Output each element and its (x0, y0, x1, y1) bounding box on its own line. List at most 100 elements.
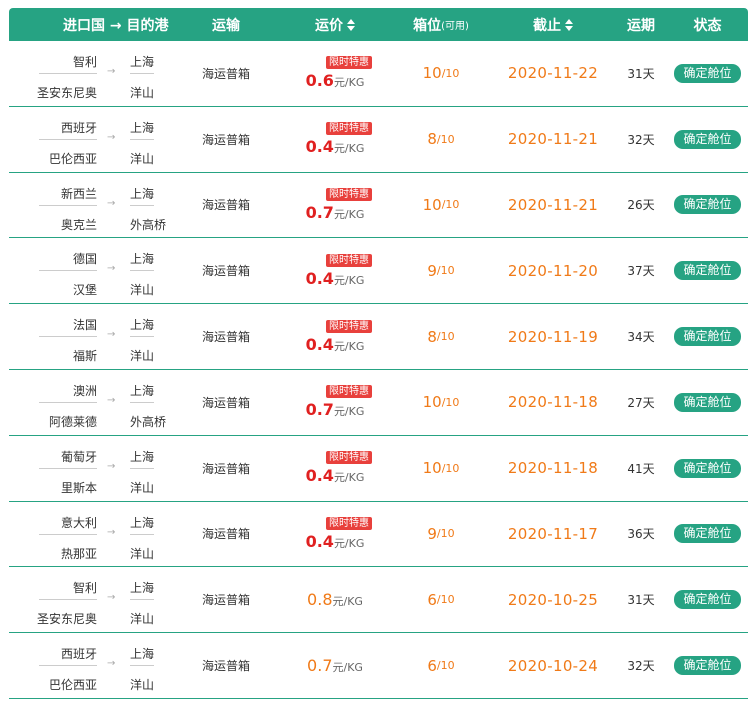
promo-badge: 限时特惠 (326, 56, 372, 70)
origin-port: 巴伦西亚 (48, 151, 97, 166)
destination-port: 洋山 (130, 678, 155, 693)
slots-available: 6 (427, 590, 437, 609)
price-cell: 限时特惠 0.4 元/KG (279, 436, 391, 501)
slots-available: 6 (427, 656, 437, 675)
cutoff-cell: 2020-11-21 (491, 173, 615, 238)
transit-days: 26天 (627, 198, 655, 213)
days-cell: 27天 (615, 370, 667, 435)
route-cell: 新西兰 奥克兰 → 上海 外高桥 (9, 173, 173, 238)
days-cell: 32天 (615, 633, 667, 698)
arrow-right-icon: → (107, 592, 116, 604)
status-cell: 确定舱位 (667, 238, 748, 303)
transit-days: 31天 (627, 66, 655, 81)
status-cell: 确定舱位 (667, 173, 748, 238)
destination-city: 上海 (130, 581, 155, 596)
destination-city: 上海 (130, 55, 155, 69)
confirm-slot-button[interactable]: 确定舱位 (674, 656, 741, 676)
price-value: 0.7 (305, 202, 334, 222)
route-divider (39, 138, 97, 140)
cutoff-cell: 2020-10-25 (491, 567, 615, 632)
transit-days: 31天 (627, 593, 655, 608)
slots-cell: 6 /10 (391, 567, 491, 632)
confirm-slot-button[interactable]: 确定舱位 (674, 458, 741, 478)
destination-port: 外高桥 (130, 217, 167, 232)
days-cell: 26天 (615, 173, 667, 238)
price-unit: 元/KG (333, 273, 365, 287)
promo-badge: 限时特惠 (326, 319, 372, 333)
slots-available: 10 (422, 459, 442, 478)
header-days: 运期 (627, 17, 655, 34)
route-divider (39, 665, 97, 667)
route-cell: 意大利 热那亚 → 上海 洋山 (9, 502, 173, 567)
arrow-right-icon: → (107, 526, 116, 538)
confirm-slot-button[interactable]: 确定舱位 (674, 261, 741, 281)
sort-icon[interactable] (565, 18, 573, 31)
slots-available: 8 (427, 130, 437, 149)
confirm-slot-button[interactable]: 确定舱位 (674, 590, 741, 610)
header-cutoff-sort[interactable]: 截止 (491, 8, 615, 41)
slots-total: /10 (436, 132, 455, 146)
origin-country: 智利 (72, 581, 97, 596)
slots-cell: 6 /10 (391, 633, 491, 698)
slots-available: 10 (422, 393, 442, 412)
transport-cell: 海运普箱 (173, 567, 279, 632)
destination-city: 上海 (130, 186, 155, 201)
origin-port: 圣安东尼奥 (36, 86, 97, 100)
table-row: 智利 圣安东尼奥 → 上海 洋山 海运普箱 限时特惠 0.6 元/KG 10 /… (9, 41, 748, 107)
price-cell: 限时特惠 0.7 元/KG (279, 173, 391, 238)
confirm-slot-button[interactable]: 确定舱位 (674, 129, 741, 149)
transport-type: 海运普箱 (201, 461, 250, 476)
price-value: 0.4 (305, 531, 334, 551)
route-divider (39, 270, 97, 272)
confirm-slot-button[interactable]: 确定舱位 (674, 327, 741, 347)
transport-type: 海运普箱 (201, 264, 250, 279)
cutoff-date: 2020-11-18 (507, 393, 599, 412)
table-row: 智利 圣安东尼奥 → 上海 洋山 海运普箱 0.8 元/KG 6 /10 202… (9, 567, 748, 634)
slots-cell: 9 /10 (391, 502, 491, 567)
route-cell: 西班牙 巴伦西亚 → 上海 洋山 (9, 107, 173, 172)
table-body: 智利 圣安东尼奥 → 上海 洋山 海运普箱 限时特惠 0.6 元/KG 10 /… (9, 41, 748, 699)
route-cell: 葡萄牙 里斯本 → 上海 洋山 (9, 436, 173, 501)
price-line: 0.6 元/KG (306, 71, 365, 90)
transit-days: 27天 (627, 395, 655, 410)
header-price-sort[interactable]: 运价 (279, 8, 391, 41)
header-slots-label: 箱位 (413, 17, 442, 34)
sort-icon[interactable] (347, 18, 355, 31)
route-divider (130, 599, 154, 601)
destination-port: 洋山 (130, 283, 155, 298)
slots-cell: 9 /10 (391, 238, 491, 303)
transport-type: 海运普箱 (201, 659, 250, 674)
price-line: 0.7 元/KG (307, 656, 363, 675)
route-divider (130, 204, 154, 206)
slots-total: /10 (436, 330, 455, 344)
origin-port: 汉堡 (72, 283, 97, 298)
route-cell: 澳洲 阿德莱德 → 上海 外高桥 (9, 370, 173, 435)
price-unit: 元/KG (332, 661, 363, 675)
confirm-slot-button[interactable]: 确定舱位 (674, 392, 741, 412)
route-divider (130, 336, 154, 338)
slots-cell: 8 /10 (391, 107, 491, 172)
destination-city: 上海 (130, 120, 155, 135)
header-price-label: 运价 (315, 17, 343, 34)
cutoff-date: 2020-11-17 (507, 524, 599, 543)
slots-cell: 10 /10 (391, 41, 491, 106)
table-row: 德国 汉堡 → 上海 洋山 海运普箱 限时特惠 0.4 元/KG 9 /10 2… (9, 238, 748, 305)
slots-total: /10 (441, 198, 460, 212)
promo-badge: 限时特惠 (326, 122, 372, 136)
price-cell: 限时特惠 0.4 元/KG (279, 304, 391, 369)
arrow-right-icon: → (107, 394, 116, 406)
confirm-slot-button[interactable]: 确定舱位 (674, 195, 741, 215)
destination-city: 上海 (130, 647, 155, 662)
route-divider (39, 599, 97, 601)
price-line: 0.4 元/KG (306, 269, 365, 288)
cutoff-cell: 2020-11-18 (491, 370, 615, 435)
promo-badge: 限时特惠 (326, 516, 372, 530)
confirm-slot-button[interactable]: 确定舱位 (674, 524, 741, 544)
route-divider (39, 533, 97, 535)
route-divider (39, 73, 97, 74)
confirm-slot-button[interactable]: 确定舱位 (674, 63, 741, 83)
transport-cell: 海运普箱 (173, 41, 279, 106)
price-line: 0.4 元/KG (306, 335, 365, 354)
price-value: 0.4 (305, 466, 334, 486)
origin-port: 热那亚 (60, 546, 97, 561)
